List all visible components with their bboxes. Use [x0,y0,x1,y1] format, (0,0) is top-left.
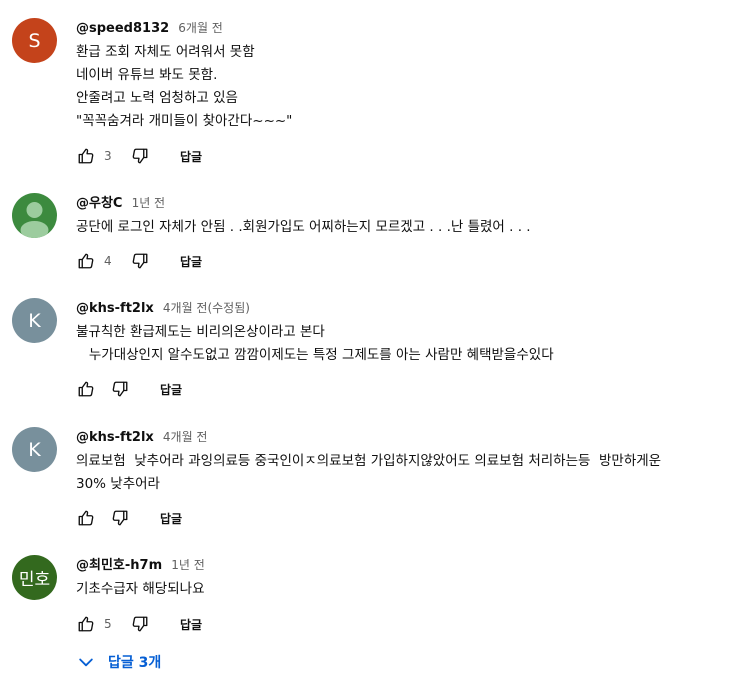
dislike-button[interactable] [130,251,150,271]
comment-actions: 답글 [76,506,182,530]
comment-line: 의료보험 낮추어라 과잉의료등 중국인이ㅈ의료보험 가입하지않았어도 의료보험 … [76,453,662,469]
reply-button[interactable]: 답글 [180,253,202,270]
reply-button[interactable]: 답글 [180,616,202,633]
comment-line: 누가대상인지 알수도없고 깜깜이제도는 특정 그제도를 아는 사람만 혜택받을수… [76,347,554,363]
like-button[interactable] [76,508,96,528]
comment-text: 기초수급자 해당되나요 [76,578,747,601]
comment-time[interactable]: 1년 전 [171,558,205,572]
comment-time[interactable]: 4개월 전(수정됨) [163,301,250,315]
thumbs-up-icon [78,253,94,269]
comment-line: 공단에 로그인 자체가 안됨 . .회원가입도 어찌하는지 모르겠고 . . .… [76,219,531,235]
like-count: 4 [104,254,112,268]
thumbs-up-icon [78,616,94,632]
like-count: 5 [104,617,112,631]
avatar-letter: K [28,309,41,332]
comment-author[interactable]: @우창C [76,196,122,211]
comment-line: 기초수급자 해당되나요 [76,581,205,597]
chevron-down-icon [79,658,93,667]
dislike-button[interactable] [110,508,130,528]
comment-author[interactable]: @최민호-h7m [76,558,162,573]
thumbs-down-icon [112,381,128,397]
reply-button[interactable]: 답글 [160,510,182,527]
dislike-button[interactable] [130,146,150,166]
comment-actions: 답글 [76,377,182,401]
dislike-button[interactable] [130,614,150,634]
comment-text: 공단에 로그인 자체가 안됨 . .회원가입도 어찌하는지 모르겠고 . . .… [76,216,747,239]
comment-line: 불규칙한 환급제도는 비리의온상이라고 본다 [76,324,325,340]
comment-author[interactable]: @khs-ft2lx [76,301,154,316]
thumbs-down-icon [132,616,148,632]
avatar[interactable]: K [12,427,57,472]
comment-time[interactable]: 4개월 전 [163,430,208,444]
comment-actions: 5 답글 [76,612,202,636]
avatar-letter: S [28,29,41,52]
comment-line: 30% 낮추어라 [76,476,160,492]
avatar[interactable]: S [12,18,57,63]
avatar-letter: 민호 [18,570,51,590]
thumbs-down-icon [132,148,148,164]
reply-button[interactable]: 답글 [160,381,182,398]
like-button[interactable] [76,251,96,271]
comment-text: 불규칙한 환급제도는 비리의온상이라고 본다 누가대상인지 알수도없고 깜깜이제… [76,321,747,367]
comment-actions: 4 답글 [76,249,202,273]
comment-line: 안줄려고 노력 엄청하고 있음 [76,90,238,106]
avatar-letter: K [28,438,41,461]
like-button[interactable] [76,146,96,166]
avatar[interactable]: 민호 [12,555,57,600]
comment-text: 의료보험 낮추어라 과잉의료등 중국인이ㅈ의료보험 가입하지않았어도 의료보험 … [76,450,747,496]
view-replies-label: 답글 3개 [108,655,162,671]
thumbs-up-icon [78,510,94,526]
thumbs-down-icon [112,510,128,526]
view-replies-button[interactable]: 답글 3개 [76,650,161,674]
avatar[interactable]: K [12,298,57,343]
like-button[interactable] [76,379,96,399]
comment-line: 네이버 유튜브 봐도 못함. [76,67,218,83]
thumbs-up-icon [78,381,94,397]
comment-text: 환급 조회 자체도 어려워서 못함네이버 유튜브 봐도 못함. 안줄려고 노력 엄… [76,41,747,133]
comment-line: 환급 조회 자체도 어려워서 못함 [76,44,255,60]
thumbs-down-icon [132,253,148,269]
avatar[interactable] [12,193,57,238]
like-count: 3 [104,149,112,163]
thumbs-up-icon [78,148,94,164]
comment-author[interactable]: @speed8132 [76,21,169,36]
comment-time[interactable]: 6개월 전 [178,21,223,35]
comment-actions: 3 답글 [76,144,202,168]
reply-button[interactable]: 답글 [180,148,202,165]
comment-time[interactable]: 1년 전 [132,196,166,210]
like-button[interactable] [76,614,96,634]
default-avatar-icon [20,202,49,238]
dislike-button[interactable] [110,379,130,399]
comment-line: "꼭꼭숨겨라 개미들이 찾아간다~~~" [76,113,293,129]
comment-author[interactable]: @khs-ft2lx [76,430,154,445]
